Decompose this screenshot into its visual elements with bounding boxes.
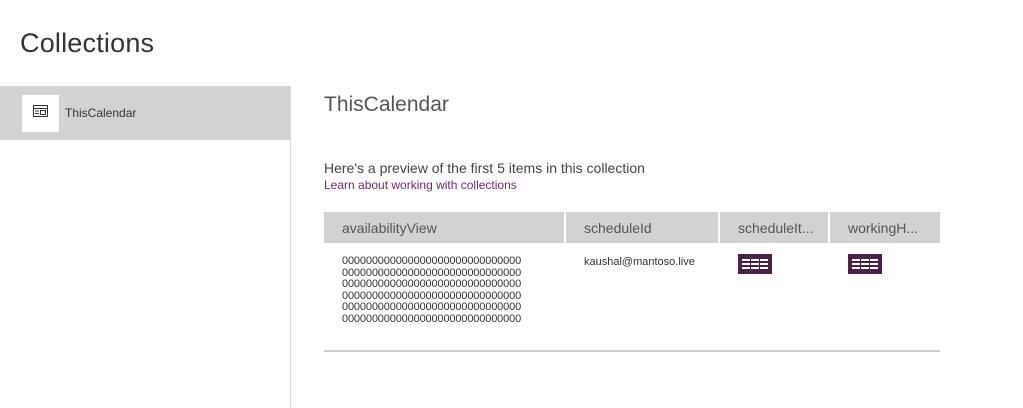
availability-line: 000000000000000000000000000000 (342, 256, 522, 267)
scheduleid-cell: kaushal@mantoso.live (584, 256, 695, 268)
preview-table: availabilityView scheduleId scheduleIt..… (324, 212, 940, 352)
preview-description: Here's a preview of the first 5 items in… (324, 160, 645, 176)
collection-icon (33, 104, 48, 122)
column-header-scheduleid[interactable]: scheduleId (566, 212, 720, 243)
scheduleitems-cell (720, 254, 830, 348)
table-icon[interactable] (738, 254, 772, 274)
column-header-scheduleitems[interactable]: scheduleIt... (720, 212, 830, 243)
table-row: 000000000000000000000000000000 000000000… (324, 243, 940, 348)
availability-line: 000000000000000000000000000000 (342, 301, 522, 313)
column-header-availabilityview[interactable]: availabilityView (324, 212, 566, 243)
sidebar-item-thiscalendar[interactable]: ThisCalendar (0, 86, 290, 140)
availability-line: 000000000000000000000000000000 (342, 278, 522, 290)
column-header-workinghours[interactable]: workingH... (830, 212, 940, 243)
page-title: Collections (20, 28, 155, 58)
collection-title: ThisCalendar (324, 93, 449, 116)
sidebar-item-label: ThisCalendar (65, 106, 137, 120)
table-header: availabilityView scheduleId scheduleIt..… (324, 212, 940, 243)
workinghours-cell (830, 254, 940, 348)
availability-line: 000000000000000000000000000000 (342, 312, 522, 325)
learn-collections-link[interactable]: Learn about working with collections (324, 178, 517, 192)
sidebar-icon-box (22, 94, 59, 132)
sidebar: ThisCalendar (0, 86, 291, 408)
table-icon[interactable] (848, 254, 882, 274)
availability-cell: 000000000000000000000000000000 000000000… (324, 256, 566, 348)
